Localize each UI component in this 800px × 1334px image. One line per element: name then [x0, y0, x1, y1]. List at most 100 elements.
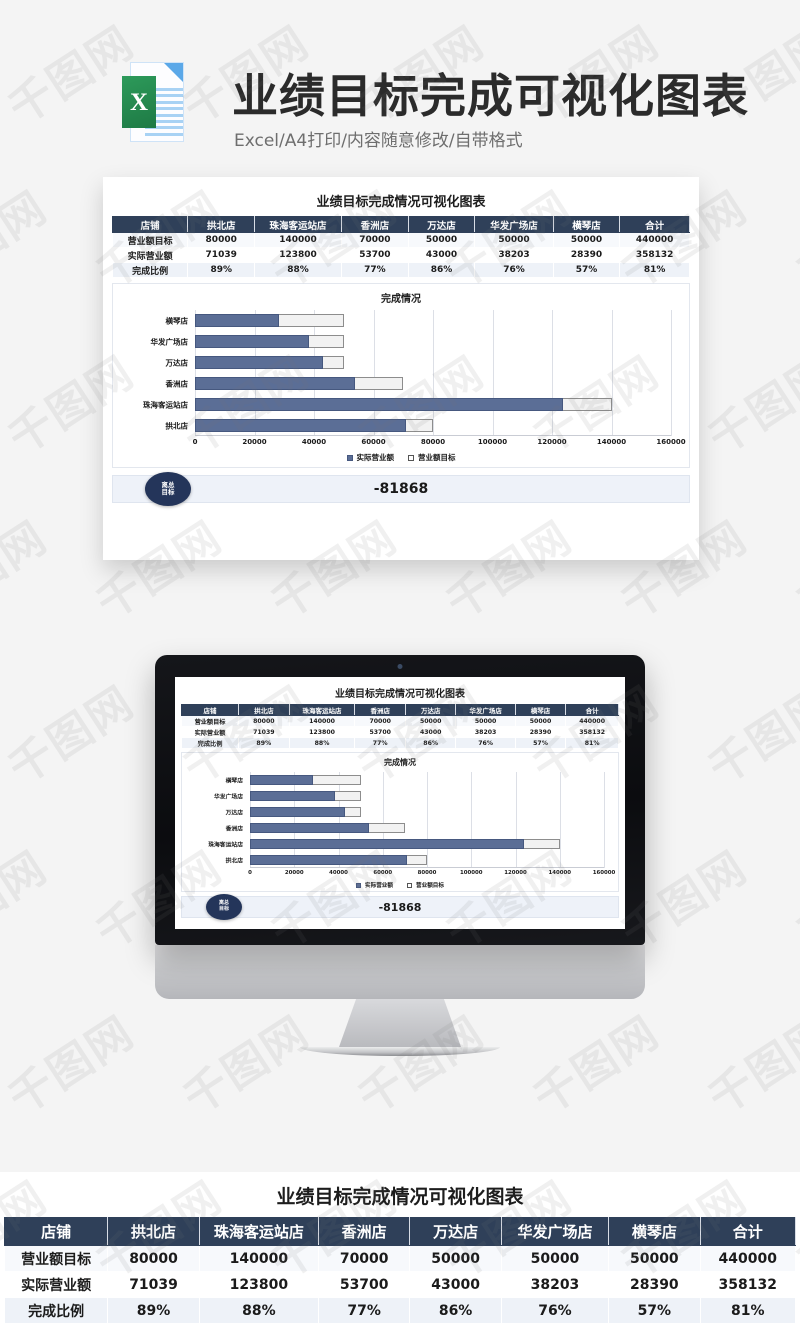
column-header-3: 香洲店 — [354, 704, 406, 716]
cell-r0-c5: 50000 — [608, 1245, 701, 1272]
category-label-4: 珠海客运站店 — [208, 842, 243, 849]
gridline — [338, 772, 340, 868]
legend-swatch-1 — [407, 883, 412, 888]
table-header-row: 店铺 拱北店 珠海客运站店 香洲店 万达店 华发广场店 横琴店 合计 — [111, 216, 690, 233]
category-label-1: 华发广场店 — [214, 794, 243, 801]
table-body: 营业额目标 80000 140000 70000 50000 50000 50000 4400… — [180, 715, 619, 749]
x-tick-3: 60000 — [373, 870, 393, 876]
cell-r1-c4: 38203 — [500, 1271, 610, 1298]
legend-label-0: 实际营业额 — [365, 883, 393, 889]
table-row: 实际营业额 71039 123800 53700 43000 38203 28390 3581… — [3, 1271, 797, 1298]
category-label-0: 横琴店 — [225, 778, 243, 785]
column-header-2: 珠海客运站店 — [254, 216, 343, 233]
legend-label-1: 营业额目标 — [418, 453, 456, 462]
column-header-5: 华发广场店 — [474, 216, 554, 233]
column-header-1: 拱北店 — [187, 216, 256, 233]
gridline — [559, 772, 561, 868]
cell-r2-c2: 77% — [341, 262, 409, 278]
table-row: 营业额目标 80000 140000 70000 50000 50000 50000 4400… — [180, 715, 619, 727]
cell-r2-c3: 86% — [409, 1297, 502, 1324]
legend-swatch-0 — [356, 883, 362, 888]
cell-r2-c5: 57% — [552, 262, 621, 278]
x-tick-5: 100000 — [459, 870, 483, 876]
distance-to-target-badge-monitor: 离总 目标 — [206, 894, 242, 920]
column-header-2: 珠海客运站店 — [288, 704, 356, 716]
table-row: 完成比例 89% 88% 77% 86% 76% 57% 81% — [180, 737, 619, 749]
category-label-2: 万达店 — [225, 810, 243, 817]
row-header: 营业额目标 — [3, 1245, 109, 1272]
x-tick-5: 100000 — [477, 438, 508, 446]
monitor-chin — [155, 945, 645, 999]
watermark-text: 千图网 — [0, 181, 57, 300]
cell-r2-c0: 89% — [187, 262, 256, 278]
cell-r0-c6: 440000 — [699, 1245, 797, 1272]
row-header: 营业额目标 — [111, 232, 189, 248]
sheet-title-monitor: 业绩目标完成情况可视化图表 — [335, 689, 465, 700]
page-header: X 业绩目标完成可视化图表 Excel/A4打印/内容随意修改/自带格式 — [0, 0, 800, 170]
legend-item-1: 营业额目标 — [407, 881, 444, 889]
excel-x-badge: X — [122, 76, 156, 128]
cell-r1-c0: 71039 — [107, 1271, 200, 1298]
legend-label-1: 营业额目标 — [416, 883, 444, 889]
cell-r2-c4: 76% — [500, 1297, 610, 1324]
category-label-3: 香洲店 — [225, 826, 243, 833]
watermark-text: 千图网 — [787, 511, 800, 630]
x-tick-0: 0 — [192, 438, 198, 446]
axis-baseline — [250, 867, 604, 868]
monitor-mockup: 业绩目标完成情况可视化图表 店铺 拱北店 珠海客运站店 香洲店 万达店 华发广场店 横琴店合… — [155, 655, 645, 1056]
category-label-3: 香洲店 — [165, 379, 189, 388]
row-header: 实际营业额 — [180, 726, 240, 738]
cell-r2-c5: 57% — [608, 1297, 701, 1324]
distance-to-target-value-monitor: -81868 — [378, 900, 422, 914]
axis-baseline — [195, 435, 671, 436]
chart-container: 完成情况 横琴店 华发广场店 万达店 香洲店 珠海客运站店 拱北店 0 20000 40000… — [112, 283, 690, 468]
row-header: 完成比例 — [180, 737, 240, 749]
x-tick-1: 20000 — [242, 438, 267, 446]
summary-strip: 离总 目标 -81868 — [112, 472, 690, 506]
cell-r1-c5: 28390 — [552, 247, 621, 263]
cell-r2-c0: 89% — [107, 1297, 200, 1324]
cell-r0-c1: 140000 — [288, 715, 356, 727]
sheet-title: 业绩目标完成情况可视化图表 — [316, 195, 486, 210]
cell-r1-c3: 43000 — [407, 247, 476, 263]
performance-table-monitor: 店铺 拱北店 珠海客运站店 香洲店 万达店 华发广场店 横琴店 合计 营业额目标 80000 14… — [180, 704, 619, 749]
cell-r1-c1: 123800 — [254, 247, 343, 263]
category-label-2: 万达店 — [165, 358, 189, 367]
legend-item-1: 营业额目标 — [408, 452, 456, 463]
x-tick-4: 80000 — [420, 438, 446, 446]
x-tick-2: 40000 — [329, 870, 348, 876]
cell-r0-c2: 70000 — [341, 232, 409, 248]
chart-title: 完成情况 — [381, 294, 421, 305]
cell-r1-c5: 28390 — [514, 726, 567, 738]
gridline — [250, 772, 251, 868]
table-body: 营业额目标 80000 140000 70000 50000 50000 50000 4400… — [3, 1245, 797, 1324]
cell-r0-c4: 50000 — [474, 232, 554, 248]
webcam-dot — [397, 664, 403, 669]
column-header-0: 店铺 — [3, 1217, 109, 1246]
actual-bar-4 — [250, 839, 524, 849]
gridline — [373, 310, 375, 436]
table-row: 营业额目标 80000 140000 70000 50000 50000 50000 4400… — [111, 232, 690, 248]
actual-bar-3 — [195, 377, 355, 390]
column-header-0: 店铺 — [180, 704, 240, 716]
x-tick-1: 20000 — [284, 870, 304, 876]
actual-bar-1 — [195, 335, 309, 348]
page-title: 业绩目标完成可视化图表 — [232, 69, 749, 123]
x-tick-8: 160000 — [656, 438, 686, 446]
category-label-0: 横琴店 — [165, 316, 189, 325]
table-row: 完成比例 89% 88% 77% 86% 76% 57% 81% — [111, 262, 690, 278]
legend-swatch-0 — [346, 455, 353, 461]
gridline — [471, 772, 473, 868]
excel-file-icon: X — [122, 62, 184, 142]
table-header-row: 店铺 拱北店 珠海客运站店 香洲店 万达店 华发广场店 横琴店 合计 — [180, 704, 619, 716]
x-tick-0: 0 — [248, 870, 252, 876]
actual-bar-2 — [250, 807, 346, 817]
chart-legend-monitor: 实际营业额 营业额目标 — [182, 881, 618, 889]
column-header-4: 万达店 — [404, 704, 457, 716]
cell-r0-c1: 140000 — [198, 1245, 319, 1272]
column-header-5: 华发广场店 — [455, 704, 516, 716]
page-subtitle: Excel/A4打印/内容随意修改/自带格式 — [234, 131, 523, 151]
cell-r1-c0: 71039 — [187, 247, 256, 263]
row-header: 实际营业额 — [111, 247, 189, 263]
category-label-4: 珠海客运站店 — [143, 400, 188, 409]
